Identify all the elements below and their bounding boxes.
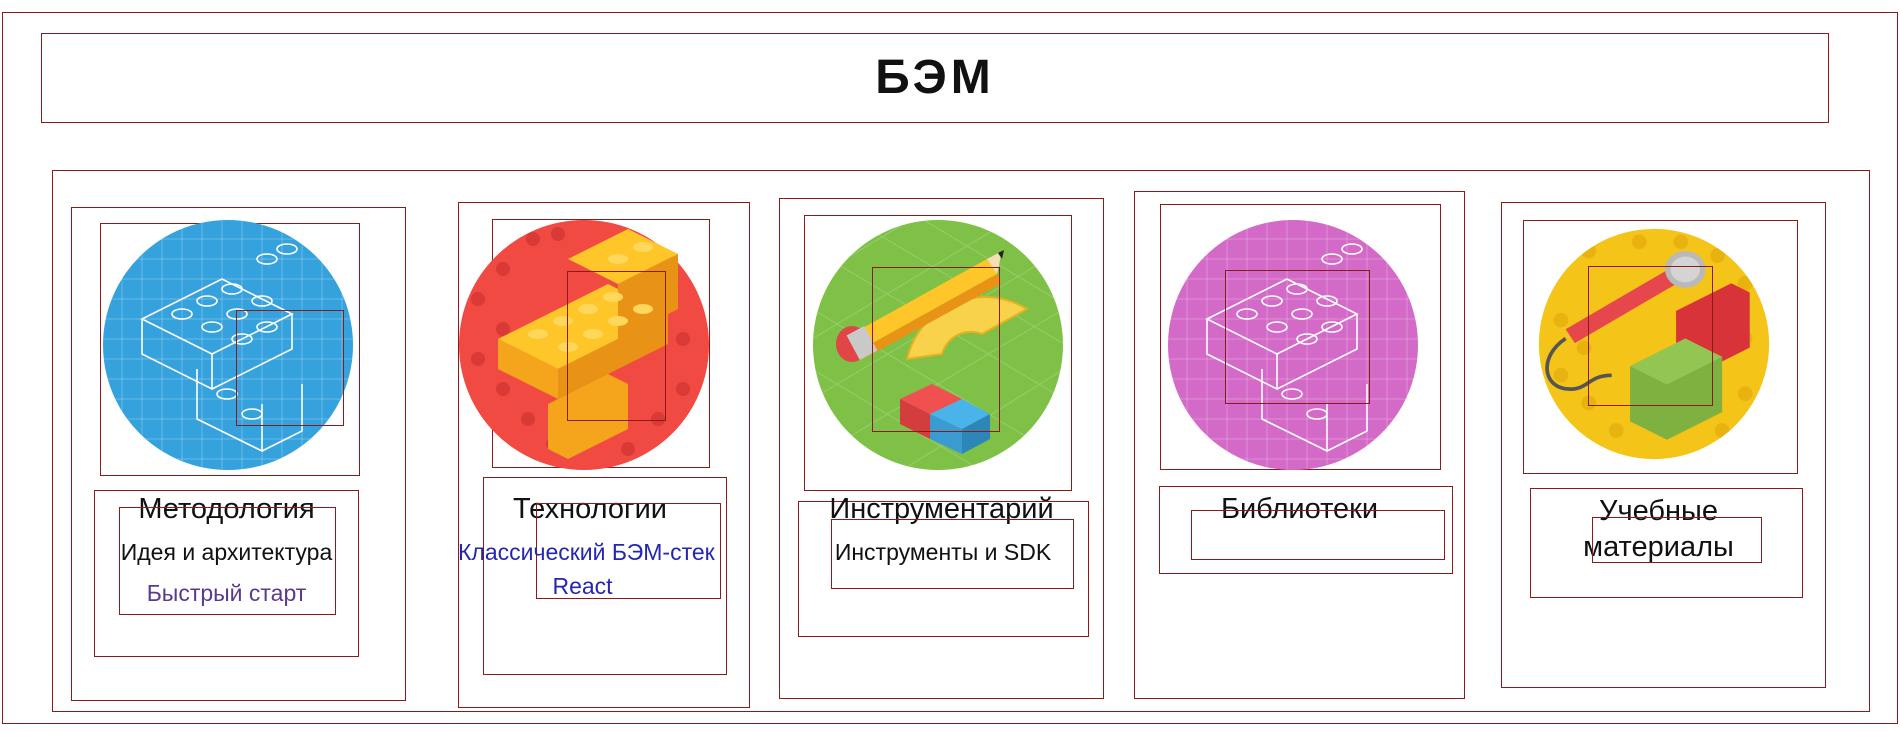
section-technologies-link-react[interactable]: React (538, 573, 627, 600)
section-technologies-inner-frame (567, 271, 666, 421)
section-tools-link-sdk[interactable]: Инструменты и SDK (808, 539, 1078, 566)
section-methodology-link-idea[interactable]: Идея и архитектура (94, 539, 359, 566)
page-title: БЭМ (875, 51, 995, 104)
section-methodology-link-quickstart[interactable]: Быстрый старт (94, 580, 359, 607)
header: БЭМ (41, 33, 1829, 123)
section-technologies-link-classic-stack[interactable]: Классический БЭМ-стек (458, 539, 715, 566)
section-learning-inner-frame (1588, 266, 1713, 406)
section-methodology-inner-frame (236, 310, 344, 426)
section-libraries-inner-frame (1225, 270, 1370, 404)
section-libraries-links-frame (1191, 510, 1445, 560)
section-tools-inner-frame (872, 267, 1000, 432)
section-learning-links-frame (1592, 517, 1762, 563)
